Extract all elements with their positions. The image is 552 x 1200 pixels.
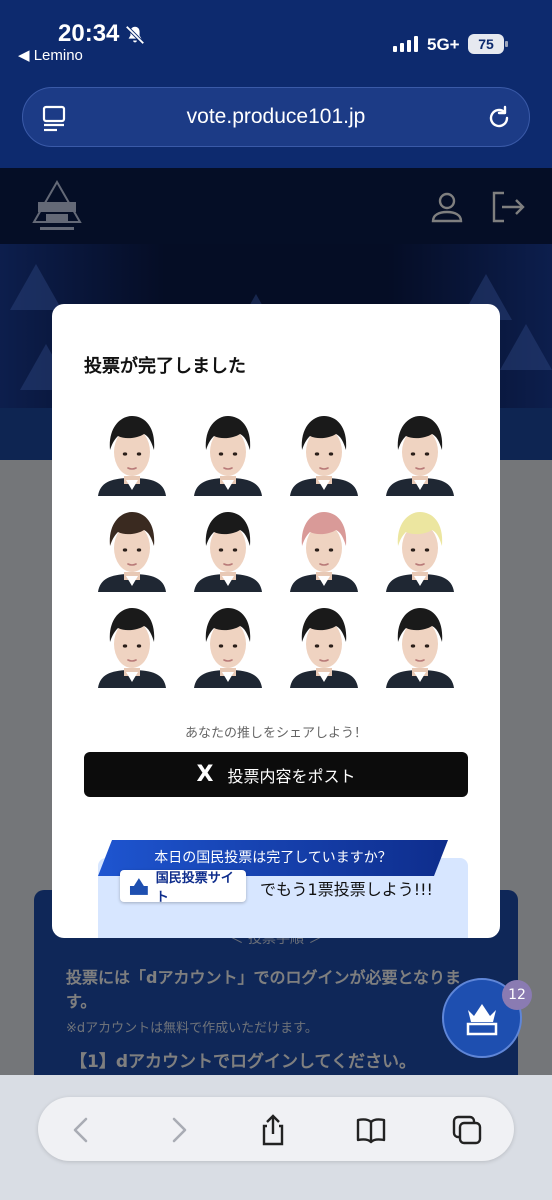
address-bar[interactable]: vote.produce101.jp [22,87,530,147]
signal-icon [393,36,418,52]
battery-icon: 75 [468,34,508,54]
network-type: 5G+ [427,35,460,54]
national-vote-banner[interactable]: 本日の国民投票は完了していますか？ 国民投票サイト でもう1票投票しよう!!! [98,840,468,938]
tabs-icon[interactable] [450,1113,484,1147]
post-to-x-button[interactable]: X 投票内容をポスト [84,752,468,797]
vote-count-badge: 12 [502,980,532,1010]
clock: 20:34 [58,20,120,47]
member-portrait [194,608,262,688]
post-button-label: 投票内容をポスト [227,766,356,786]
member-photo [180,504,276,592]
forward-icon[interactable] [162,1113,196,1147]
member-photo [180,600,276,688]
vote-complete-dialog: 投票が完了しました あなたの推しをシェアしよう！ X 投票内容をポスト 本日の国… [52,304,500,938]
member-photo [276,600,372,688]
member-photo [84,600,180,688]
browser-toolbar [38,1097,514,1161]
member-portrait [386,608,454,688]
member-portrait [194,512,262,592]
ballot-box-icon [129,878,148,895]
bell-slash-icon [125,25,145,45]
x-logo-icon: X [196,762,214,787]
member-portrait [386,416,454,496]
member-portrait [290,608,358,688]
share-icon[interactable] [256,1113,290,1147]
member-photo [372,408,468,496]
member-portrait [290,416,358,496]
member-photo [372,504,468,592]
national-vote-cta: でもう1票投票しよう!!! [260,880,433,899]
member-portrait [98,608,166,688]
member-portrait [98,416,166,496]
bookmarks-icon[interactable] [354,1113,388,1147]
member-portrait [98,512,166,592]
browser-address-area: vote.produce101.jp [0,82,552,168]
member-photo [276,504,372,592]
share-hint: あなたの推しをシェアしよう！ [184,726,367,741]
member-portrait [194,416,262,496]
dialog-title: 投票が完了しました [84,356,246,377]
member-photo [276,408,372,496]
national-vote-site-label: 国民投票サイト [155,871,234,905]
back-to-app-link[interactable]: ◀ Lemino [18,46,83,64]
member-photo [84,408,180,496]
status-bar: 20:34 ◀ Lemino 5G+ 75 [0,0,552,82]
reload-icon[interactable] [485,104,513,132]
member-photo [372,600,468,688]
member-photo [84,504,180,592]
back-icon[interactable] [64,1113,98,1147]
national-vote-site-button[interactable]: 国民投票サイト [120,870,246,905]
url-text: vote.produce101.jp [186,105,366,128]
member-photo [180,408,276,496]
voted-members-grid [84,408,468,688]
member-portrait [290,512,358,592]
member-portrait [386,512,454,592]
